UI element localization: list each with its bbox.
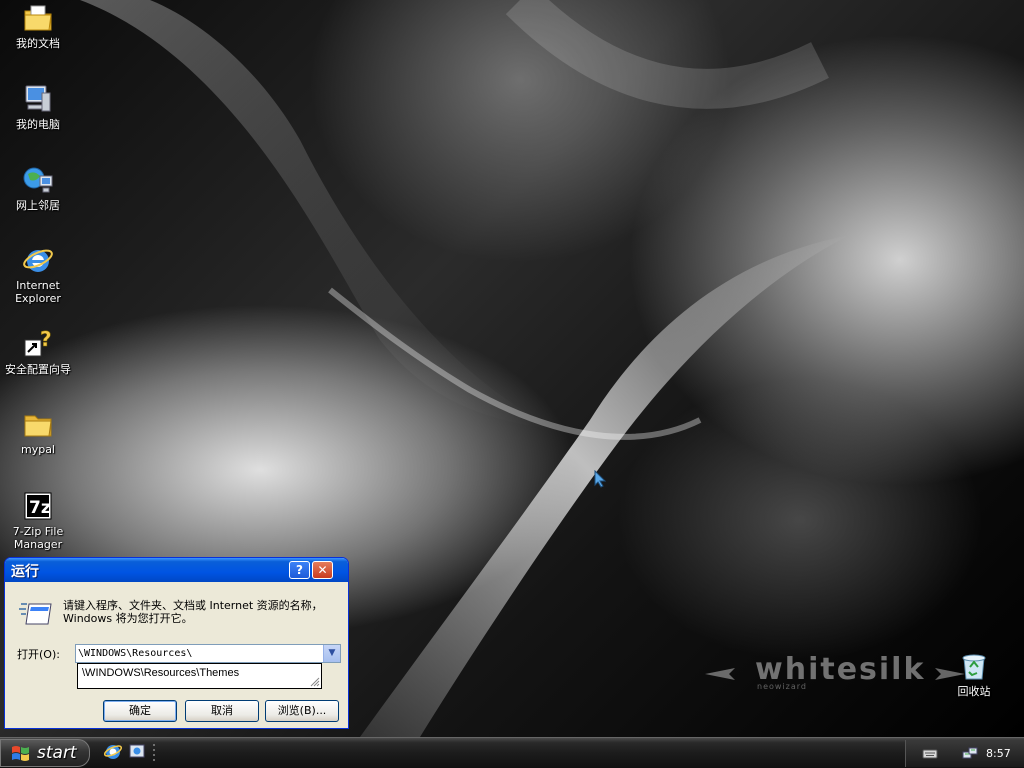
desktop-icon-label: 我的文档 xyxy=(16,37,60,50)
desktop-icon-label: Internet Explorer xyxy=(15,279,61,305)
ok-button[interactable]: 确定 xyxy=(103,700,177,722)
quick-launch xyxy=(104,742,156,762)
start-label: start xyxy=(37,743,77,763)
run-dialog-body: 请键入程序、文件夹、文档或 Internet 资源的名称，Windows 将为您… xyxy=(5,582,348,728)
clock[interactable]: 8:57 xyxy=(986,747,1011,760)
logo-subtext: neowizard xyxy=(757,682,807,691)
taskbar: start 8:57 xyxy=(0,737,1024,768)
toolbar-grip[interactable] xyxy=(152,742,156,762)
7zip-icon: 7z xyxy=(24,492,52,520)
browse-button[interactable]: 浏览(B)... xyxy=(265,700,339,722)
internet-explorer-icon xyxy=(23,249,53,272)
help-button[interactable]: ? xyxy=(289,561,310,579)
close-button[interactable]: ✕ xyxy=(312,561,333,579)
my-computer-icon xyxy=(25,85,51,112)
security-wizard-icon: ? xyxy=(24,328,52,357)
keyboard-icon[interactable] xyxy=(922,746,938,760)
desktop-icon-my-computer[interactable]: 我的电脑 xyxy=(0,83,76,131)
svg-text:?: ? xyxy=(40,328,52,351)
mouse-cursor xyxy=(594,470,607,488)
run-dialog-description: 请键入程序、文件夹、文档或 Internet 资源的名称，Windows 将为您… xyxy=(63,599,323,625)
run-dialog[interactable]: 运行 ? ✕ 请键入程序、文件夹、文档或 Internet 资源的名称，Wind… xyxy=(4,557,349,729)
open-input[interactable] xyxy=(78,646,322,661)
desktop-icon-label: mypal xyxy=(20,443,55,456)
desktop-icon-label: 我的电脑 xyxy=(16,118,60,131)
windows-logo-icon xyxy=(12,746,29,761)
run-icon xyxy=(19,603,52,625)
desktop-icon-security-wizard[interactable]: ? 安全配置向导 xyxy=(0,328,76,376)
desktop-icon-label: 安全配置向导 xyxy=(5,363,71,376)
internet-explorer-icon[interactable] xyxy=(104,742,122,760)
my-documents-folder-icon xyxy=(24,5,52,31)
run-dialog-title: 运行 xyxy=(11,564,39,580)
desktop-icon-my-documents[interactable]: 我的文档 xyxy=(0,2,76,50)
wallpaper-logo: whitesilk neowizard xyxy=(705,652,965,696)
start-button[interactable]: start xyxy=(0,739,90,767)
network-places-icon xyxy=(23,167,53,193)
desktop-icon-mypal[interactable]: mypal xyxy=(0,408,76,456)
folder-icon xyxy=(24,415,52,437)
svg-text:7z: 7z xyxy=(29,498,51,518)
show-desktop-icon[interactable] xyxy=(128,742,146,760)
autocomplete-item[interactable]: \WINDOWS\Resources\Themes xyxy=(82,667,239,679)
desktop-icon-7zip[interactable]: 7z 7-Zip File Manager xyxy=(0,490,76,551)
cancel-button[interactable]: 取消 xyxy=(185,700,259,722)
desktop-icon-internet-explorer[interactable]: Internet Explorer xyxy=(0,244,76,305)
open-combobox[interactable]: ▼ xyxy=(75,644,341,663)
desktop-icon-label: 网上邻居 xyxy=(16,199,60,212)
desktop-icon-network-places[interactable]: 网上邻居 xyxy=(0,164,76,212)
run-dialog-titlebar[interactable]: 运行 ? ✕ xyxy=(5,558,348,582)
network-connection-icon[interactable] xyxy=(962,746,978,760)
resize-grip-icon[interactable] xyxy=(310,677,320,687)
autocomplete-dropdown[interactable]: \WINDOWS\Resources\Themes xyxy=(77,663,322,689)
open-label: 打开(O): xyxy=(17,648,60,661)
desktop-icon-label: 7-Zip File Manager xyxy=(12,525,64,551)
chevron-down-icon[interactable]: ▼ xyxy=(323,645,340,662)
system-tray: 8:57 xyxy=(905,740,1024,767)
